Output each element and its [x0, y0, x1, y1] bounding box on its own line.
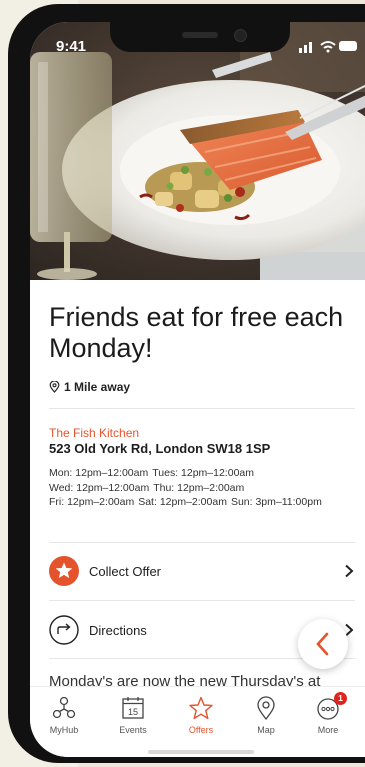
bottom-tab-bar: MyHub 15 Events Offers Map 1 More [30, 686, 365, 757]
tab-offers[interactable]: Offers [171, 695, 231, 735]
hours-mon: Mon: 12pm–12:00am [49, 467, 149, 479]
divider [49, 542, 355, 543]
chevron-left-icon [316, 632, 329, 656]
hero-image: 9:41 [30, 22, 365, 280]
divider [49, 408, 355, 409]
venue-name[interactable]: The Fish Kitchen [49, 426, 139, 440]
venue-address: 523 Old York Rd, London SW18 1SP [49, 441, 271, 456]
hours-line: Fri: 12pm–2:00am Sat: 12pm–2:00am Sun: 3pm… [49, 495, 326, 510]
tab-map[interactable]: Map [236, 695, 296, 735]
back-button[interactable] [298, 619, 348, 669]
tab-label: MyHub [49, 725, 79, 735]
directions-arrow-icon [49, 615, 79, 645]
camera [234, 29, 247, 42]
hours-sat: Sat: 12pm–2:00am [138, 496, 227, 508]
status-time: 9:41 [56, 38, 87, 55]
notification-badge: 1 [334, 692, 347, 705]
hours-line: Wed: 12pm–12:00am Thu: 12pm–2:00am [49, 481, 326, 496]
hours-line: Mon: 12pm–12:00am Tues: 12pm–12:00am [49, 466, 326, 481]
calendar-day: 15 [128, 707, 138, 717]
opening-hours: Mon: 12pm–12:00am Tues: 12pm–12:00am Wed:… [49, 466, 326, 510]
hours-wed: Wed: 12pm–12:00am [49, 481, 150, 494]
hours-tue: Tues: 12pm–12:00am [152, 467, 254, 479]
map-pin-icon [257, 696, 275, 721]
hub-icon [52, 696, 76, 719]
distance-info: 1 Mile away [49, 380, 130, 394]
app-screen: 9:41 Friends eat for free each Monday! 1… [30, 22, 365, 757]
divider [49, 600, 355, 601]
offer-title: Friends eat for free each Monday! [49, 302, 344, 363]
home-indicator [148, 750, 254, 754]
phone-frame: 9:41 Friends eat for free each Monday! 1… [8, 4, 365, 763]
star-badge-icon [49, 556, 79, 586]
distance-text: 1 Mile away [64, 380, 131, 394]
device-notch [110, 22, 290, 52]
calendar-icon: 15 [122, 697, 144, 719]
tab-more[interactable]: 1 More [298, 692, 358, 735]
tab-events[interactable]: 15 Events [103, 695, 163, 735]
speaker [182, 32, 218, 38]
hours-sun: Sun: 3pm–11:00pm [230, 496, 322, 508]
hours-thu: Thu: 12pm–2:00am [153, 481, 245, 494]
tab-label: Events [119, 725, 147, 735]
tab-label: Map [257, 725, 275, 735]
tab-label: More [317, 725, 339, 735]
collect-offer-label: Collect Offer [89, 563, 162, 579]
collect-offer-button[interactable]: Collect Offer [49, 551, 355, 591]
location-pin-icon [49, 381, 60, 393]
tab-myhub[interactable]: MyHub [34, 695, 94, 735]
star-icon [189, 696, 213, 720]
tab-label: Offers [188, 725, 214, 735]
chevron-right-icon [345, 564, 354, 578]
signal-wifi-battery-icon [299, 41, 357, 53]
hours-fri: Fri: 12pm–2:00am [49, 496, 135, 508]
